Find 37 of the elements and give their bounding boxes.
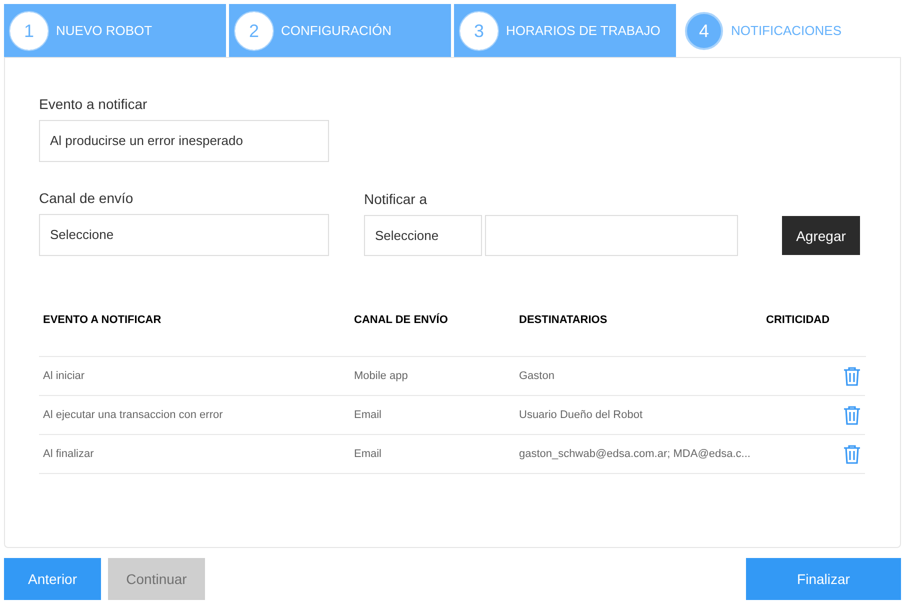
add-button[interactable]: Agregar: [782, 216, 860, 255]
table-cell-text: Mobile app: [354, 368, 409, 384]
table-cell-text: Al ejecutar una transaccion con error: [43, 408, 224, 423]
column-header: EVENTO A NOTIFICAR: [43, 313, 162, 328]
step-tab[interactable]: 2 CONFIGURACIÓN: [229, 4, 451, 57]
step-tab[interactable]: 1 NUEVO ROBOT: [4, 4, 226, 57]
event-field[interactable]: Al producirse un error inesperado: [39, 120, 329, 162]
nav-button[interactable]: Anterior: [4, 558, 101, 600]
table-cell-text: Email: [354, 408, 383, 423]
field-label: Evento a notificar: [39, 95, 148, 114]
table-cell-text: Gaston: [519, 368, 556, 384]
trash-icon[interactable]: [843, 444, 861, 464]
step-label: HORARIOS DE TRABAJO: [506, 22, 660, 40]
finish-button[interactable]: Finalizar: [746, 558, 901, 600]
trash-icon[interactable]: [843, 405, 861, 425]
table-cell-text: gaston_schwab@edsa.com.ar; MDA@edsa.c...: [519, 446, 752, 462]
table-cell-text: Al finalizar: [43, 446, 95, 462]
step-label: CONFIGURACIÓN: [281, 22, 392, 40]
step-number: 4: [685, 12, 723, 50]
column-header: DESTINATARIOS: [519, 313, 608, 328]
column-header: CRITICIDAD: [766, 313, 831, 328]
table-cell-text: Usuario Dueño del Robot: [519, 408, 644, 423]
step-label: NOTIFICACIONES: [731, 22, 842, 40]
step-number: 1: [10, 12, 48, 50]
table-cell-text: Email: [354, 446, 383, 462]
recipient-type-select[interactable]: Seleccione: [364, 215, 482, 256]
step-number: 3: [460, 12, 498, 50]
recipient-input[interactable]: [485, 215, 738, 256]
step-tab[interactable]: 3 HORARIOS DE TRABAJO: [454, 4, 676, 57]
trash-icon[interactable]: [843, 366, 861, 386]
step-number: 2: [235, 12, 273, 50]
channel-select[interactable]: Seleccione: [39, 214, 329, 256]
column-header: CANAL DE ENVÍO: [354, 312, 449, 328]
field-label: Notificar a: [364, 190, 428, 209]
step-label: NUEVO ROBOT: [56, 22, 152, 40]
table-cell-text: Al iniciar: [43, 368, 86, 384]
field-label: Canal de envío: [39, 189, 134, 208]
